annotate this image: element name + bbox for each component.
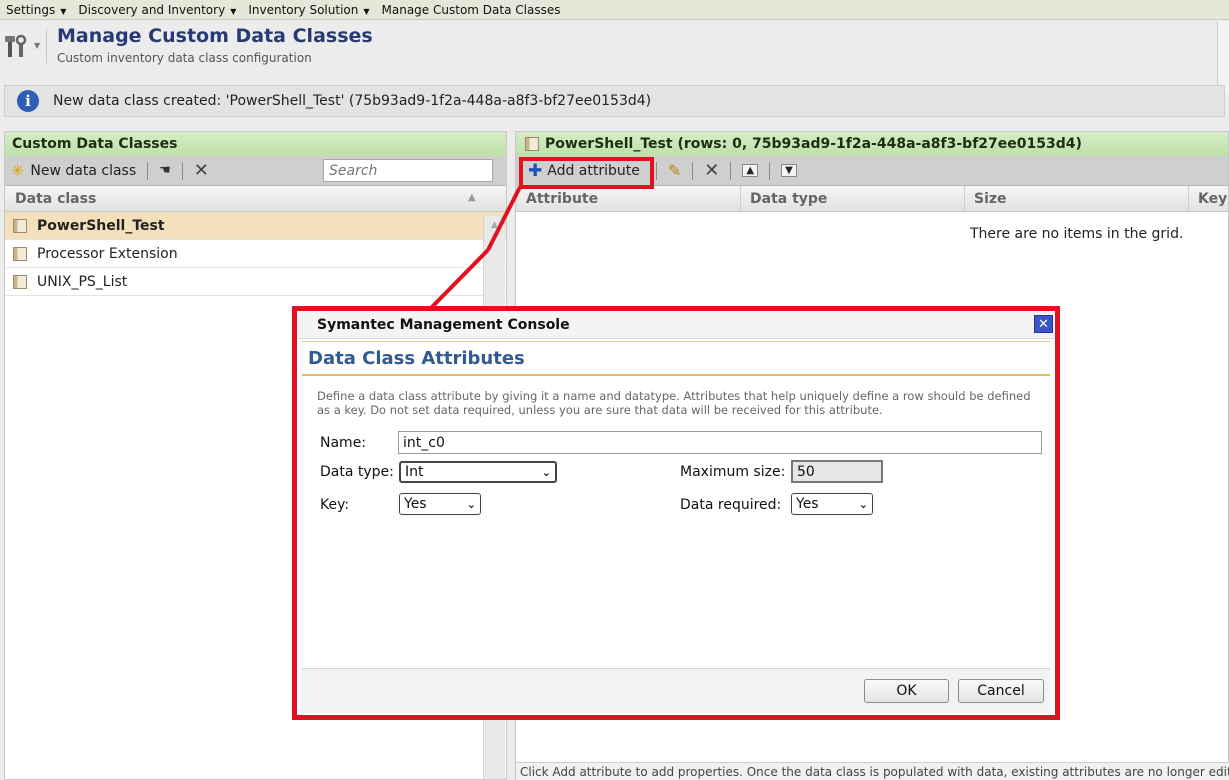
column-header-size[interactable]: Size [964,191,1007,207]
info-icon: i [17,90,39,112]
dialog-window-title: Symantec Management Console [317,317,570,333]
new-star-icon: ✳ [11,161,25,180]
data-class-icon [13,218,27,233]
chevron-down-icon: ⌄ [466,497,476,511]
list-item-label: Processor Extension [37,245,178,262]
data-type-label: Data type: [320,464,394,480]
left-panel-toolbar: ✳ New data class ☚ ✕ [5,156,506,186]
data-class-icon [525,137,539,151]
grid-footer-hint: Click Add attribute to add properties. O… [516,762,1229,780]
delete-data-class-button[interactable]: ✕ [188,160,215,181]
right-panel-title: PowerShell_Test (rows: 0, 75b93ad9-1f2a-… [545,136,1082,152]
hand-edit-icon: ☚ [159,163,171,178]
toolbar-separator [147,161,149,180]
edit-data-class-button[interactable]: ☚ [153,163,177,178]
key-select[interactable]: Yes ⌄ [399,493,481,515]
left-column-header[interactable]: Data class ▲ [5,186,506,212]
column-header-key[interactable]: Key [1188,191,1227,207]
toolbar-separator [730,161,732,180]
delete-attribute-button[interactable]: ✕ [698,160,725,181]
caret-down-icon: ▼ [363,6,370,16]
dialog-heading: Data Class Attributes [308,348,525,369]
data-required-select[interactable]: Yes ⌄ [791,493,873,515]
key-label: Key: [320,497,350,513]
right-panel-title-bar: PowerShell_Test (rows: 0, 75b93ad9-1f2a-… [516,132,1228,156]
empty-grid-message: There are no items in the grid. [970,226,1184,242]
key-value: Yes [404,496,427,512]
pencil-icon: ✎ [667,161,682,180]
toolbar-separator [692,161,694,180]
data-type-select[interactable]: Int ⌄ [399,461,557,483]
column-header-data-class[interactable]: Data class [5,191,96,207]
dialog-heading-bar: Data Class Attributes [302,341,1050,376]
edit-attribute-button[interactable]: ✎ [662,161,687,180]
data-class-attributes-dialog: Symantec Management Console ✕ Data Class… [292,306,1060,720]
page-header: ▼ Manage Custom Data Classes Custom inve… [0,21,1229,71]
cancel-button[interactable]: Cancel [958,679,1044,703]
list-item-unix-ps-list[interactable]: UNIX_PS_List [5,268,506,296]
dialog-titlebar[interactable]: Symantec Management Console ✕ [297,311,1055,339]
list-item-label: UNIX_PS_List [37,273,128,290]
move-down-button[interactable]: ▼ [775,164,803,177]
data-class-icon [13,246,27,261]
list-item-powershell-test[interactable]: PowerShell_Test [5,212,506,240]
toolbar-separator [769,161,771,180]
column-header-attribute[interactable]: Attribute [516,191,598,207]
toolbar-separator [655,161,657,180]
page-title: Manage Custom Data Classes [57,25,373,47]
maximum-size-label: Maximum size: [680,464,786,480]
left-panel-title: Custom Data Classes [5,132,506,156]
data-required-label: Data required: [680,497,782,513]
scroll-up-arrow-icon[interactable]: ▲ [484,216,505,236]
close-icon[interactable]: ✕ [1034,315,1053,333]
new-data-class-label: New data class [30,162,137,179]
chevron-down-icon: ⌄ [858,497,868,511]
chevron-up-icon: ▲ [742,164,759,177]
menu-discovery-label: Discovery and Inventory [78,2,226,17]
list-item-label: PowerShell_Test [37,217,165,234]
menu-settings[interactable]: Settings ▼ [0,3,72,17]
caret-down-icon[interactable]: ▼ [34,41,40,50]
dialog-footer: OK Cancel [302,668,1050,713]
move-up-button[interactable]: ▲ [736,164,764,177]
chevron-down-icon: ▼ [781,164,797,177]
right-column-header: Attribute Data type Size Key [516,186,1228,212]
data-type-value: Int [405,464,424,480]
menu-manage-custom-data-classes[interactable]: Manage Custom Data Classes [376,3,567,17]
header-divider [46,29,47,63]
column-header-data-type[interactable]: Data type [740,191,827,207]
list-item-processor-extension[interactable]: Processor Extension [5,240,506,268]
toolbar-separator [181,161,183,180]
menu-manage-label: Manage Custom Data Classes [381,2,561,17]
page-scrollbar[interactable] [1217,21,1229,95]
name-label: Name: [320,435,367,451]
sort-asc-icon[interactable]: ▲ [468,192,476,203]
delete-x-icon: ✕ [193,160,209,181]
maximum-size-field[interactable] [791,460,883,483]
data-required-value: Yes [796,496,819,512]
delete-x-icon: ✕ [704,160,720,181]
add-attribute-highlight [519,157,654,189]
menu-inventory-solution[interactable]: Inventory Solution ▼ [242,3,375,17]
tools-icon[interactable] [4,33,32,59]
top-menu-bar: Settings ▼ Discovery and Inventory ▼ Inven… [0,0,1229,20]
caret-down-icon: ▼ [230,6,237,16]
ok-button[interactable]: OK [864,679,949,703]
page-subtitle: Custom inventory data class configuratio… [57,51,312,65]
search-input[interactable] [323,159,493,182]
dialog-description: Define a data class attribute by giving … [317,389,1031,417]
menu-inventory-solution-label: Inventory Solution [248,2,359,17]
chevron-down-icon: ⌄ [541,465,551,479]
info-message-text: New data class created: 'PowerShell_Test… [53,93,652,109]
menu-settings-label: Settings [6,2,56,17]
menu-discovery-and-inventory[interactable]: Discovery and Inventory ▼ [72,3,242,17]
data-class-icon [13,274,27,289]
info-message-bar: i New data class created: 'PowerShell_Te… [4,85,1225,117]
name-field[interactable] [398,431,1042,454]
caret-down-icon: ▼ [60,6,67,16]
new-data-class-button[interactable]: ✳ New data class [5,161,142,180]
